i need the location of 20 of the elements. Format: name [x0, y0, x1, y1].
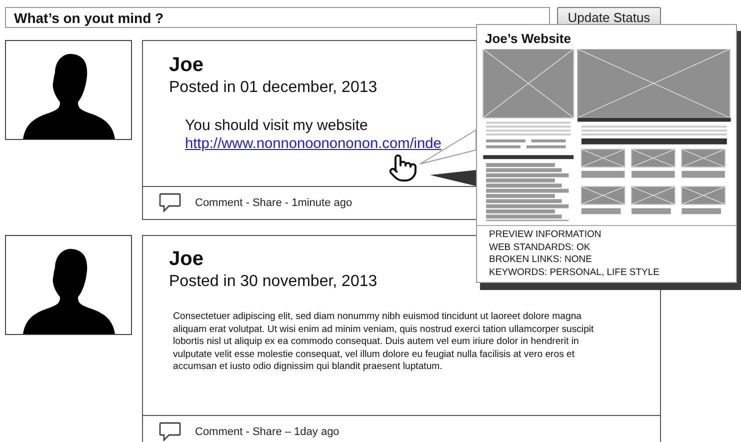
- preview-info-line: PREVIEW INFORMATION: [489, 229, 602, 242]
- website-link[interactable]: http://www.nonnonoonononon.com/inde: [185, 136, 442, 152]
- person-silhouette-icon: [22, 51, 114, 139]
- hand-pointer-icon: [388, 153, 418, 183]
- post-date: Posted in 01 december, 2013: [169, 78, 378, 98]
- status-field[interactable]: What’s on yout mind ?: [5, 7, 550, 28]
- post-author: Joe: [169, 247, 204, 271]
- post-author: Joe: [169, 53, 204, 77]
- preview-info-line: BROKEN LINKS: NONE: [489, 254, 593, 266]
- preview-title: Joe’s Website: [484, 30, 572, 48]
- preview-info-line: KEYWORDS: PERSONAL, LIFE STYLE: [489, 266, 661, 279]
- post-actions: Comment - Share – 1day ago: [195, 426, 340, 438]
- preview-info-line: WEB STANDARDS: OK: [489, 242, 592, 254]
- post-date: Posted in 30 november, 2013: [169, 272, 378, 292]
- post-message: You should visit my website: [185, 117, 369, 135]
- comment-icon[interactable]: [159, 193, 181, 213]
- post-actions: Comment - Share - 1minute ago: [195, 197, 352, 209]
- comment-icon[interactable]: [159, 422, 181, 442]
- post-body: Consectetuer adipiscing elit, sed diam nonummy nibh euismod tincidunt ut laoreet dolore magna aliquam erat volutpat. Ut wisi enim ad minim veniam, quis nostrud exerci tation ullamcorper suscipit lobortis nisl ut aliquip ex ea commodo consequat. Duis autem vel eum iriure dolor in hendrerit in vulputate velit esse molestie consequat, vel illum dolore eu feugiat nulla facilisis at vero eros et accumsan et iusto odio dignissim qui blandit praesent luptatum.: [173, 311, 595, 374]
- person-silhouette-icon: [22, 246, 114, 334]
